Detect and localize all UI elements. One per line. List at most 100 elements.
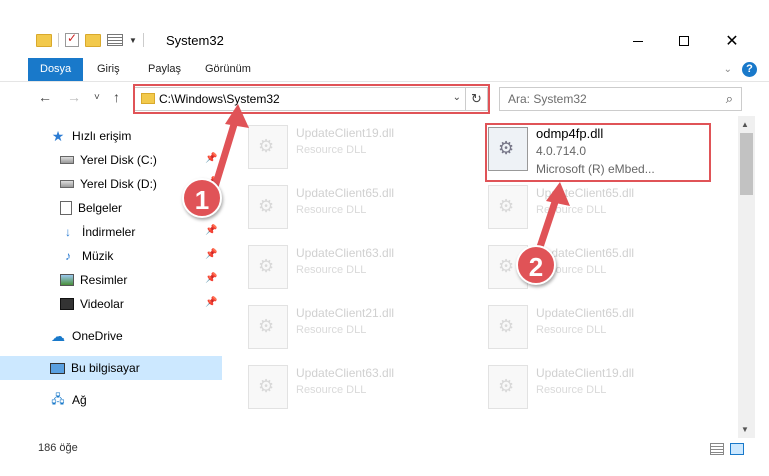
forward-button[interactable]: → [67, 89, 81, 105]
dll-file-icon [248, 125, 288, 169]
file-type: Resource DLL [296, 324, 367, 336]
file-type: Resource DLL [296, 144, 367, 156]
file-type: Resource DLL [296, 264, 367, 276]
sidebar-item-label: OneDrive [72, 329, 123, 343]
sidebar-item-music[interactable]: ♪ Müzik 📌 [0, 244, 222, 268]
sidebar-item-label: İndirmeler [82, 225, 136, 239]
file-name: UpdateClient63.dll [296, 246, 395, 260]
quick-access-toolbar: ▼ [36, 31, 144, 47]
sidebar-item-label: Bu bilgisayar [71, 361, 140, 375]
music-icon: ♪ [65, 249, 71, 263]
sidebar-item-label: Yerel Disk (D:) [80, 177, 157, 191]
title-bar: ▼ System32 ✕ [0, 0, 769, 52]
item-count: 186 öğe [38, 442, 78, 454]
maximize-icon [679, 36, 689, 46]
list-item[interactable]: UpdateClient65.dll Resource DLL [488, 302, 718, 352]
maximize-button[interactable] [661, 27, 707, 55]
sidebar-item-downloads[interactable]: ↓ İndirmeler 📌 [0, 220, 222, 244]
cloud-icon: ☁ [51, 327, 65, 344]
file-name: UpdateClient19.dll [296, 126, 395, 140]
back-button[interactable]: ← [38, 89, 52, 105]
pin-icon: 📌 [205, 297, 218, 308]
dll-file-icon [488, 185, 528, 229]
file-name: UpdateClient21.dll [296, 306, 395, 320]
list-item[interactable]: UpdateClient63.dll Resource DLL [248, 242, 478, 292]
file-name: UpdateClient65.dll [536, 186, 635, 200]
sidebar-item-label: Yerel Disk (C:) [80, 153, 157, 167]
sidebar-item-onedrive[interactable]: ☁ OneDrive [0, 324, 222, 348]
tab-file[interactable]: Dosya [28, 58, 84, 81]
computer-icon [50, 362, 65, 374]
divider [58, 33, 59, 47]
list-item[interactable]: UpdateClient63.dll Resource DLL [248, 362, 478, 412]
download-icon: ↓ [65, 225, 71, 239]
sidebar-item-local-disk-c[interactable]: Yerel Disk (C:) 📌 [0, 148, 222, 172]
tab-home[interactable]: Giriş [85, 58, 132, 81]
properties-check-icon[interactable] [65, 31, 79, 47]
list-item[interactable]: UpdateClient65.dll Resource DLL [488, 182, 718, 232]
large-icons-view-icon[interactable] [730, 443, 744, 455]
file-name: UpdateClient65.dll [536, 306, 635, 320]
details-view-icon[interactable] [710, 443, 724, 455]
sidebar-item-pictures[interactable]: Resimler 📌 [0, 268, 222, 292]
expand-ribbon-icon[interactable]: ⌄ [724, 64, 732, 75]
file-name: UpdateClient19.dll [536, 366, 635, 380]
pictures-icon [60, 274, 74, 286]
sidebar-item-videos[interactable]: Videolar 📌 [0, 292, 222, 316]
document-icon [60, 201, 72, 215]
drive-icon [60, 180, 74, 188]
file-type: Resource DLL [536, 384, 607, 396]
up-button[interactable]: ↑ [113, 89, 120, 105]
sidebar-item-label: Ağ [72, 393, 87, 407]
file-type: Resource DLL [296, 204, 367, 216]
file-type: Resource DLL [536, 204, 607, 216]
tab-share[interactable]: Paylaş [136, 58, 193, 81]
scroll-up-icon[interactable]: ▲ [741, 120, 749, 129]
minimize-button[interactable] [615, 27, 661, 55]
search-input[interactable]: Ara: System32 [508, 92, 587, 106]
scrollbar-thumb[interactable] [740, 133, 753, 195]
videos-icon [60, 298, 74, 310]
help-icon[interactable]: ? [742, 62, 757, 77]
close-icon: ✕ [725, 33, 739, 50]
dll-file-icon [248, 185, 288, 229]
divider [142, 33, 144, 47]
file-name: UpdateClient63.dll [296, 366, 395, 380]
properties-icon[interactable] [107, 34, 123, 46]
pin-icon: 📌 [205, 153, 218, 164]
vertical-scrollbar[interactable]: ▲ ▼ [738, 116, 755, 438]
status-bar: 186 öğe [0, 438, 769, 460]
file-highlight [485, 123, 711, 182]
recent-locations-button[interactable]: ˅ [94, 92, 100, 103]
dll-file-icon [248, 245, 288, 289]
pin-icon: 📌 [205, 225, 218, 236]
folder-icon [36, 33, 52, 47]
scroll-down-icon[interactable]: ▼ [741, 425, 749, 434]
list-item[interactable]: UpdateClient21.dll Resource DLL [248, 302, 478, 352]
step-2-badge: 2 [516, 245, 556, 285]
tab-view[interactable]: Görünüm [193, 58, 263, 81]
list-item[interactable]: UpdateClient19.dll Resource DLL [248, 122, 478, 172]
sidebar-item-label: Müzik [82, 249, 114, 263]
pin-icon: 📌 [205, 249, 218, 260]
list-item[interactable]: UpdateClient65.dll Resource DLL [248, 182, 478, 232]
close-button[interactable]: ✕ [709, 27, 755, 55]
new-folder-icon[interactable] [85, 33, 101, 47]
pin-icon: 📌 [205, 273, 218, 284]
dll-file-icon [248, 365, 288, 409]
list-item[interactable]: UpdateClient19.dll Resource DLL [488, 362, 718, 412]
search-box[interactable]: Ara: System32 ⌕ [499, 87, 742, 111]
network-icon: 🖧 [51, 391, 65, 406]
ribbon: Dosya Giriş Paylaş Görünüm ⌄ ? [0, 58, 769, 82]
search-icon: ⌕ [725, 91, 733, 106]
sidebar-item-network[interactable]: 🖧 Ağ [0, 388, 222, 412]
file-type: Resource DLL [296, 384, 367, 396]
minimize-icon [633, 40, 643, 42]
sidebar-item-this-pc[interactable]: Bu bilgisayar [0, 356, 222, 380]
sidebar-item-label: Videolar [80, 297, 124, 311]
star-icon: ★ [51, 127, 65, 144]
step-1-badge: 1 [182, 178, 222, 218]
sidebar-item-label: Belgeler [78, 201, 123, 215]
sidebar-item-quick-access[interactable]: ★ Hızlı erişim [0, 124, 222, 148]
customize-dropdown-icon[interactable]: ▼ [129, 36, 137, 45]
